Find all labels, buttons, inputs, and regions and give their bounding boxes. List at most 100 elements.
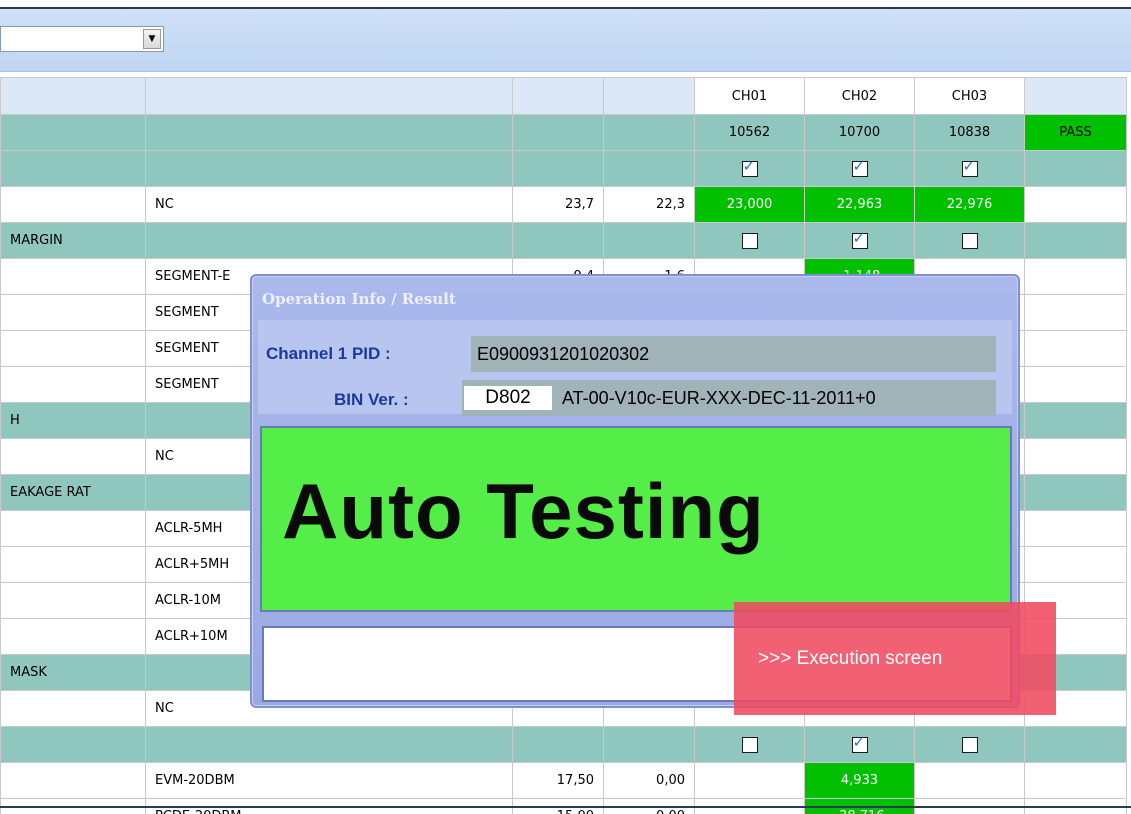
item-min: 23,7 bbox=[512, 186, 604, 223]
row-cell bbox=[1024, 366, 1127, 403]
group-check-cell bbox=[914, 726, 1025, 763]
row-cell bbox=[0, 294, 146, 331]
pid-value: E0900931201020302 bbox=[471, 336, 996, 372]
group-checkbox[interactable] bbox=[851, 733, 868, 753]
group-cell bbox=[1024, 726, 1127, 763]
dialog-title: Operation Info / Result bbox=[262, 290, 456, 308]
channel-header-1: CH01 bbox=[694, 77, 805, 115]
channel-value bbox=[694, 762, 805, 799]
item-max: 22,3 bbox=[603, 186, 695, 223]
table-row[interactable]: NC 23,7 22,3 23,000 22,963 22,976 bbox=[0, 186, 1127, 223]
header-cell bbox=[0, 77, 146, 115]
channel-value: 4,933 bbox=[804, 762, 915, 799]
group-cell bbox=[1024, 222, 1127, 259]
bin-label: BIN Ver. : bbox=[334, 390, 409, 409]
enable-row-cell bbox=[512, 150, 604, 187]
channel-serial-2: 10700 bbox=[804, 114, 915, 151]
group-row[interactable] bbox=[0, 726, 1127, 763]
header-cell bbox=[603, 77, 695, 115]
enable-cell bbox=[694, 150, 805, 187]
group-checkbox[interactable] bbox=[741, 232, 758, 249]
channel-2-checkbox[interactable] bbox=[851, 157, 868, 177]
group-cell bbox=[145, 222, 513, 259]
channel-serial-1: 10562 bbox=[694, 114, 805, 151]
group-cell bbox=[603, 726, 695, 763]
group-checkbox[interactable] bbox=[961, 232, 978, 249]
row-cell bbox=[1024, 546, 1127, 583]
header-cell bbox=[512, 77, 604, 115]
channel-header-3: CH03 bbox=[914, 77, 1025, 115]
row-cell bbox=[0, 438, 146, 475]
status-panel: Auto Testing bbox=[260, 426, 1012, 612]
group-cell bbox=[512, 726, 604, 763]
channel-value: 22,976 bbox=[914, 186, 1025, 223]
serial-row: 10562 10700 10838 PASS bbox=[0, 114, 1127, 151]
toolbar: ▼ bbox=[0, 9, 1131, 72]
group-checkbox[interactable] bbox=[741, 736, 758, 753]
overall-result-badge: PASS bbox=[1024, 114, 1127, 151]
row-cell bbox=[0, 258, 146, 295]
group-check-cell bbox=[914, 222, 1025, 259]
serial-row-cell bbox=[145, 114, 513, 151]
enable-cell bbox=[804, 150, 915, 187]
row-cell bbox=[0, 366, 146, 403]
group-name bbox=[0, 726, 146, 763]
model-combo[interactable]: ▼ bbox=[0, 26, 164, 52]
status-text: Auto Testing bbox=[282, 467, 765, 555]
table-row[interactable]: EVM-20DBM 17,50 0,00 4,933 bbox=[0, 762, 1127, 799]
group-cell bbox=[145, 726, 513, 763]
header-row: CH01 CH02 CH03 bbox=[0, 77, 1127, 115]
channel-value: 23,000 bbox=[694, 186, 805, 223]
window-bottom-border bbox=[0, 806, 1131, 808]
row-cell bbox=[0, 186, 146, 223]
group-check-cell bbox=[694, 726, 805, 763]
channel-value bbox=[914, 762, 1025, 799]
chevron-down-icon[interactable]: ▼ bbox=[143, 29, 161, 49]
row-cell bbox=[0, 330, 146, 367]
row-cell bbox=[0, 618, 146, 655]
enable-cell bbox=[914, 150, 1025, 187]
channel-3-checkbox[interactable] bbox=[961, 157, 978, 177]
group-cell bbox=[1024, 402, 1127, 439]
row-cell bbox=[1024, 186, 1127, 223]
group-name: MASK bbox=[0, 654, 146, 691]
item-max: 0,00 bbox=[603, 762, 695, 799]
group-name: MARGIN bbox=[0, 222, 146, 259]
group-checkbox[interactable] bbox=[961, 736, 978, 753]
pid-label: Channel 1 PID : bbox=[266, 344, 391, 363]
enable-row-cell bbox=[0, 150, 146, 187]
row-cell bbox=[1024, 510, 1127, 547]
enable-row-cell bbox=[1024, 150, 1127, 187]
row-cell bbox=[1024, 258, 1127, 295]
group-cell bbox=[603, 222, 695, 259]
serial-row-cell bbox=[0, 114, 146, 151]
group-row[interactable]: MARGIN bbox=[0, 222, 1127, 259]
item-name: NC bbox=[145, 186, 513, 223]
bin-tag: D802 bbox=[464, 386, 552, 410]
row-cell bbox=[0, 762, 146, 799]
group-cell bbox=[1024, 474, 1127, 511]
group-checkbox[interactable] bbox=[851, 229, 868, 249]
row-cell bbox=[1024, 438, 1127, 475]
group-cell bbox=[512, 222, 604, 259]
enable-row-cell bbox=[145, 150, 513, 187]
header-cell bbox=[1024, 77, 1127, 115]
group-name: H bbox=[0, 402, 146, 439]
callout-text: >>> Execution screen bbox=[758, 648, 943, 669]
channel-serial-3: 10838 bbox=[914, 114, 1025, 151]
app-window: ▼ CH01CH02CH03105621070010838PASSNC23,72… bbox=[0, 0, 1131, 814]
group-check-cell bbox=[804, 222, 915, 259]
serial-row-cell bbox=[512, 114, 604, 151]
row-cell bbox=[1024, 330, 1127, 367]
item-min: 17,50 bbox=[512, 762, 604, 799]
row-cell bbox=[0, 510, 146, 547]
group-check-cell bbox=[694, 222, 805, 259]
header-cell bbox=[145, 77, 513, 115]
row-cell bbox=[0, 582, 146, 619]
row-cell bbox=[0, 690, 146, 727]
row-cell bbox=[1024, 294, 1127, 331]
item-name: EVM-20DBM bbox=[145, 762, 513, 799]
channel-1-checkbox[interactable] bbox=[741, 157, 758, 177]
channel-value: 22,963 bbox=[804, 186, 915, 223]
channel-header-2: CH02 bbox=[804, 77, 915, 115]
